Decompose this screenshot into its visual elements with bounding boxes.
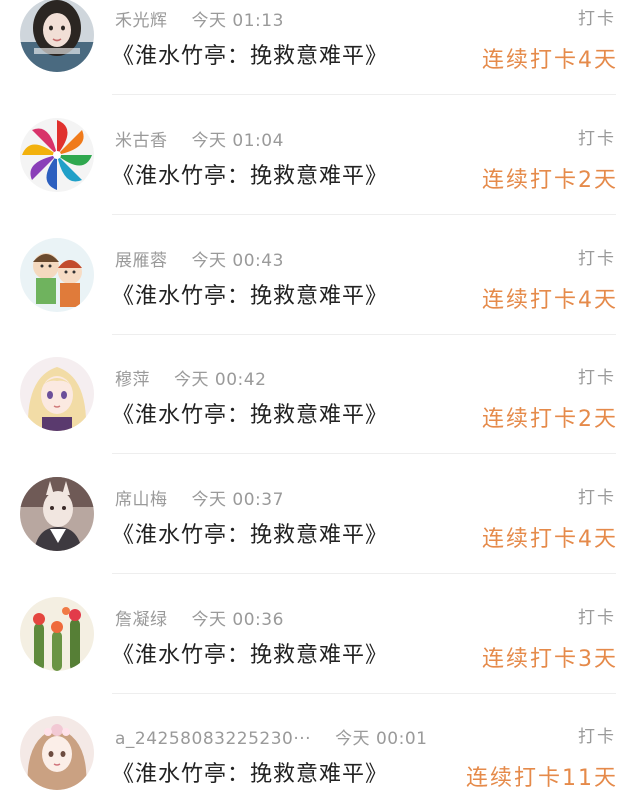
item-meta: 禾光辉 今天 01:13 [115,6,284,34]
avatar-girl-dark-hair-image [20,0,94,72]
checkin-tag: 打卡 [578,9,616,29]
item-title[interactable]: 《淮水竹亭：挽救意难平》 [112,517,388,549]
streak-label: 连续打卡4天 [482,527,618,552]
avatar[interactable] [20,357,94,431]
item-title[interactable]: 《淮水竹亭：挽救意难平》 [112,38,388,70]
avatar[interactable] [20,716,94,790]
avatar-anime-kids-image [20,238,94,312]
item-meta: 米古香 今天 01:04 [115,126,284,154]
username[interactable]: a_24258083225230··· [115,729,311,749]
avatar[interactable] [20,477,94,551]
divider [112,453,616,454]
list-item: 展雁蓉 今天 00:43 《淮水竹亭：挽救意难平》 打卡 连续打卡4天 [0,238,640,358]
item-meta: 展雁蓉 今天 00:43 [115,246,284,274]
streak-label: 连续打卡2天 [482,168,618,193]
divider [112,214,616,215]
checkin-tag: 打卡 [578,368,616,388]
timestamp: 今天 00:42 [174,370,267,390]
avatar-anime-girl-blonde-image [20,357,94,431]
streak-label: 连续打卡11天 [466,766,618,791]
avatar[interactable] [20,0,94,72]
list-item: 禾光辉 今天 01:13 《淮水竹亭：挽救意难平》 打卡 连续打卡4天 [0,0,640,118]
timestamp: 今天 00:37 [191,490,284,510]
username[interactable]: 詹凝绿 [115,610,168,630]
divider [112,94,616,95]
checkin-tag: 打卡 [578,249,616,269]
item-meta: 詹凝绿 今天 00:36 [115,605,284,633]
username[interactable]: 米古香 [115,131,168,151]
item-title[interactable]: 《淮水竹亭：挽救意难平》 [112,397,388,429]
avatar-doll-girl-image [20,716,94,790]
username[interactable]: 席山梅 [115,490,168,510]
avatar-pinwheel-image [20,118,94,192]
list-item: a_24258083225230··· 今天 00:01 《淮水竹亭：挽救意难平》… [0,716,640,808]
streak-label: 连续打卡3天 [482,647,618,672]
item-meta: 穆萍 今天 00:42 [115,365,266,393]
divider [112,334,616,335]
item-meta: 席山梅 今天 00:37 [115,485,284,513]
avatar[interactable] [20,238,94,312]
checkin-tag: 打卡 [578,608,616,628]
streak-label: 连续打卡2天 [482,407,618,432]
avatar-cactus-flowers-image [20,597,94,671]
timestamp: 今天 00:36 [191,610,284,630]
username[interactable]: 展雁蓉 [115,251,168,271]
list-item: 席山梅 今天 00:37 《淮水竹亭：挽救意难平》 打卡 连续打卡4天 [0,477,640,597]
item-title[interactable]: 《淮水竹亭：挽救意难平》 [112,278,388,310]
username[interactable]: 禾光辉 [115,11,168,31]
timestamp: 今天 01:13 [191,11,284,31]
list-item: 詹凝绿 今天 00:36 《淮水竹亭：挽救意难平》 打卡 连续打卡3天 [0,597,640,717]
checkin-tag: 打卡 [578,727,616,747]
checkin-feed: 禾光辉 今天 01:13 《淮水竹亭：挽救意难平》 打卡 连续打卡4天 米古香 今天… [0,0,640,808]
checkin-tag: 打卡 [578,129,616,149]
item-title[interactable]: 《淮水竹亭：挽救意难平》 [112,158,388,190]
avatar[interactable] [20,597,94,671]
streak-label: 连续打卡4天 [482,288,618,313]
streak-label: 连续打卡4天 [482,48,618,73]
item-title[interactable]: 《淮水竹亭：挽救意难平》 [112,637,388,669]
item-title[interactable]: 《淮水竹亭：挽救意难平》 [112,756,388,788]
item-meta: a_24258083225230··· 今天 00:01 [115,724,427,752]
timestamp: 今天 00:43 [191,251,284,271]
avatar-mask-figure-image [20,477,94,551]
divider [112,693,616,694]
timestamp: 今天 00:01 [335,729,428,749]
list-item: 穆萍 今天 00:42 《淮水竹亭：挽救意难平》 打卡 连续打卡2天 [0,357,640,477]
timestamp: 今天 01:04 [191,131,284,151]
divider [112,573,616,574]
checkin-tag: 打卡 [578,488,616,508]
username[interactable]: 穆萍 [115,370,150,390]
list-item: 米古香 今天 01:04 《淮水竹亭：挽救意难平》 打卡 连续打卡2天 [0,118,640,238]
avatar[interactable] [20,118,94,192]
